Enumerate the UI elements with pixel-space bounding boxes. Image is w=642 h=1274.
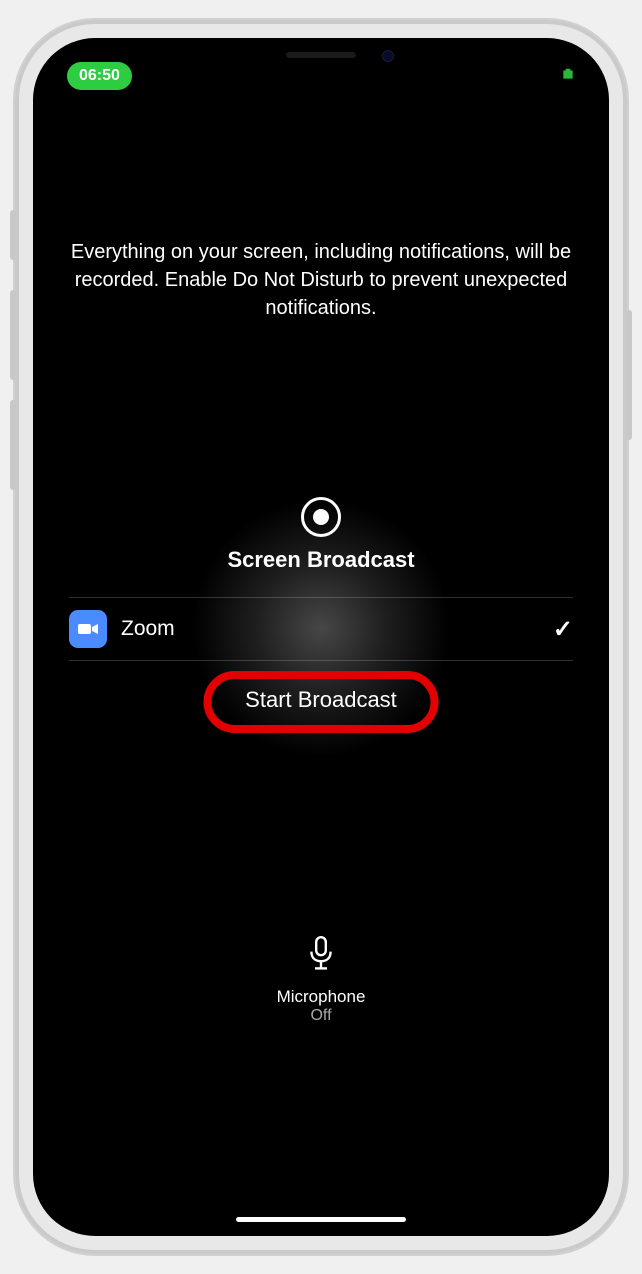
power-button (626, 310, 632, 440)
broadcast-app-name: Zoom (121, 617, 175, 641)
home-indicator[interactable] (236, 1217, 406, 1222)
microphone-state: Off (310, 1007, 331, 1025)
start-broadcast-button[interactable]: Start Broadcast (225, 679, 417, 721)
volume-up-button (10, 290, 16, 380)
start-broadcast-container: Start Broadcast (69, 679, 573, 721)
screen-broadcast-header: Screen Broadcast (69, 497, 573, 573)
earpiece-speaker (286, 52, 356, 58)
record-dot-icon (313, 509, 329, 525)
checkmark-icon: ✓ (553, 615, 573, 644)
broadcast-app-row[interactable]: Zoom ✓ (69, 597, 573, 661)
zoom-app-icon (69, 610, 107, 648)
battery-icon (561, 67, 575, 86)
microphone-icon (306, 936, 336, 977)
front-camera (382, 50, 394, 62)
microphone-toggle[interactable]: Microphone Off (69, 936, 573, 1025)
volume-down-button (10, 400, 16, 490)
status-time-pill[interactable]: 06:50 (67, 62, 132, 90)
notch (206, 38, 436, 72)
screen: 06:50 Everything on your screen, includi… (33, 38, 609, 1236)
silent-switch (10, 210, 16, 260)
record-icon (301, 497, 341, 537)
recording-warning-text: Everything on your screen, including not… (69, 238, 573, 322)
screen-broadcast-title: Screen Broadcast (227, 547, 414, 573)
phone-frame: 06:50 Everything on your screen, includi… (15, 20, 627, 1254)
content: Everything on your screen, including not… (33, 38, 609, 1236)
microphone-label: Microphone (277, 987, 366, 1007)
